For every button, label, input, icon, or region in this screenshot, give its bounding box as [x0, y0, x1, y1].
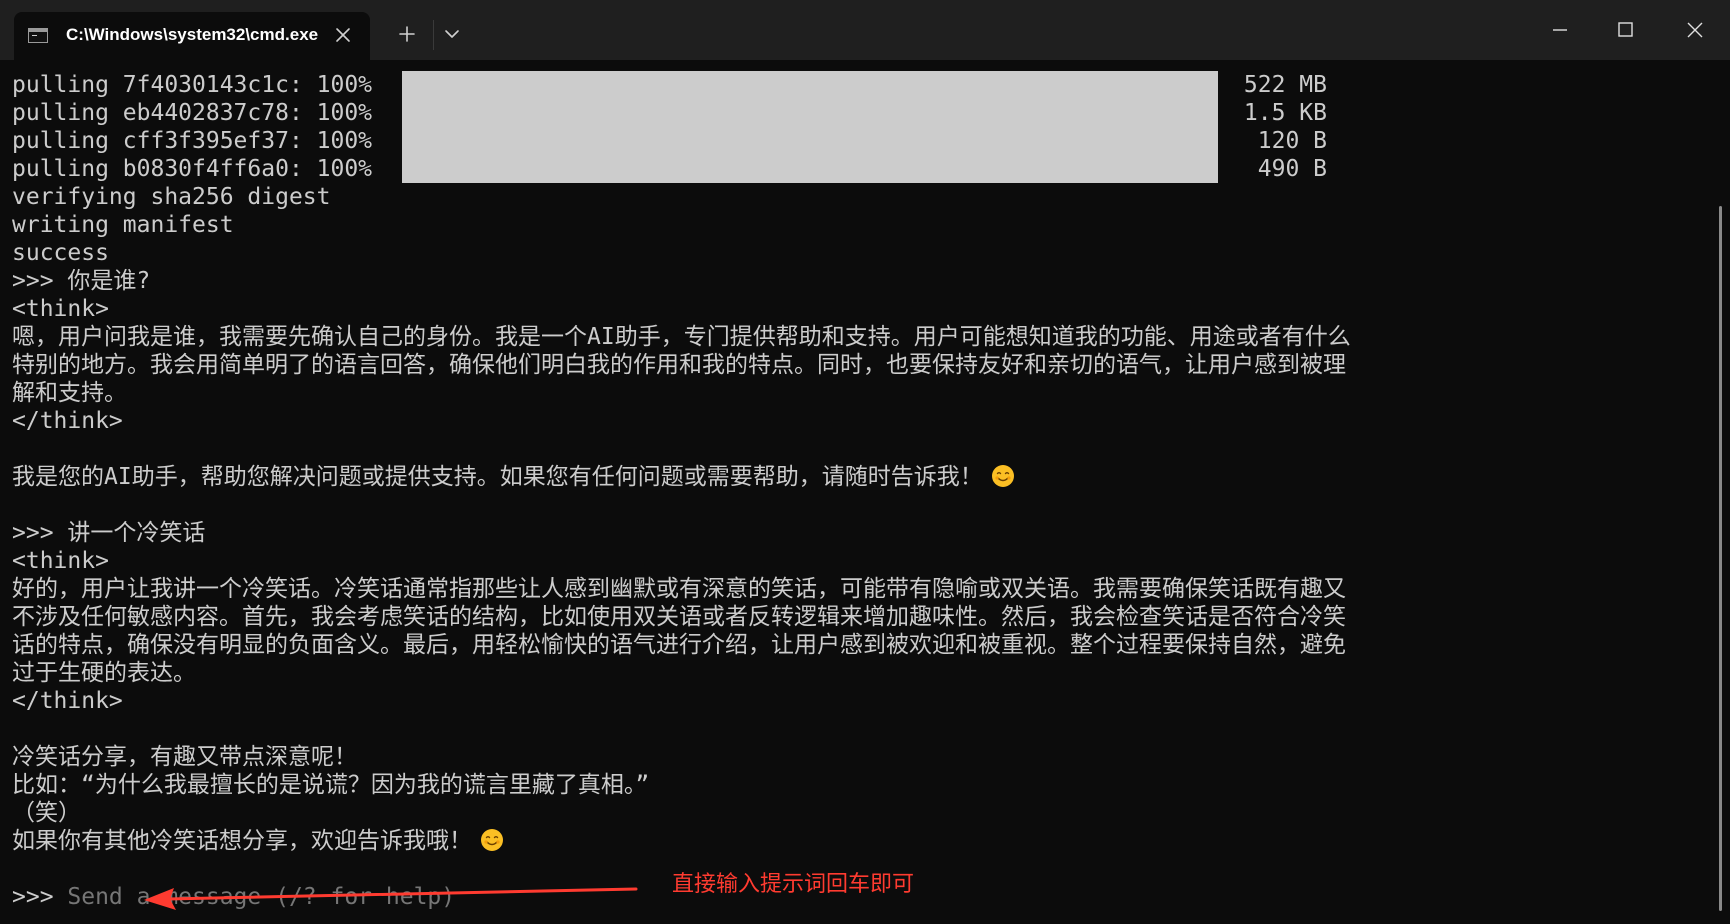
- think-line: 话的特点，确保没有明显的负面含义。最后，用轻松愉快的语气进行介绍，让用户感到被欢…: [12, 632, 1346, 658]
- think-line: 好的，用户让我讲一个冷笑话。冷笑话通常指那些让人感到幽默或有深意的笑话，可能带有…: [12, 576, 1346, 602]
- pull-label: pulling cff3f395ef37: 100%: [12, 128, 373, 154]
- status-line: success: [12, 240, 109, 266]
- scrollbar[interactable]: [1719, 206, 1722, 911]
- think-line: 特别的地方。我会用简单明了的语言回答，确保他们明白我的作用和我的特点。同时，也要…: [12, 352, 1346, 378]
- chevron-down-icon: [445, 30, 459, 38]
- close-icon: [1687, 22, 1703, 38]
- pull-size: 522 MB: [1243, 72, 1327, 98]
- answer-line: 我是您的AI助手，帮助您解决问题或提供支持。如果您有任何问题或需要帮助，请随时告…: [12, 463, 1702, 491]
- close-icon: [336, 28, 350, 42]
- close-tab-button[interactable]: [330, 22, 356, 48]
- pull-size: 490 B: [1257, 156, 1327, 182]
- annotation-text: 直接输入提示词回车即可: [672, 872, 915, 897]
- pull-line: pulling cff3f395ef37: 100% 120 B: [12, 127, 1702, 155]
- pull-line: pulling eb4402837c78: 100% 1.5 KB: [12, 99, 1702, 127]
- think-line: 过于生硬的表达。: [12, 660, 196, 686]
- think-open-tag: <think>: [12, 548, 109, 574]
- tab-title: C:\Windows\system32\cmd.exe: [66, 25, 319, 44]
- annotation-arrow-icon: [144, 887, 638, 910]
- answer-text: （笑）: [12, 800, 81, 826]
- maximize-button[interactable]: [1595, 0, 1655, 60]
- user-prompt: >>> 你是谁?: [12, 268, 151, 294]
- think-line: 嗯，用户问我是谁，我需要先确认自己的身份。我是一个AI助手，专门提供帮助和支持。…: [12, 324, 1351, 350]
- status-line: verifying sha256 digest: [12, 184, 331, 210]
- progress-bar: [402, 155, 1218, 183]
- smiling-face-icon: [481, 829, 503, 851]
- tab-cmd[interactable]: C:\Windows\system32\cmd.exe: [14, 12, 370, 60]
- smiling-face-icon: [991, 465, 1014, 487]
- input-prompt: >>>: [12, 884, 68, 910]
- answer-text: 如果你有其他冷笑话想分享，欢迎告诉我哦！: [12, 828, 472, 854]
- new-tab-button[interactable]: [387, 16, 427, 52]
- minimize-icon: [1553, 29, 1567, 31]
- answer-line: 如果你有其他冷笑话想分享，欢迎告诉我哦！: [12, 827, 1702, 855]
- pull-label: pulling b0830f4ff6a0: 100%: [12, 156, 373, 182]
- think-open-tag: <think>: [12, 296, 109, 322]
- pull-size: 1.5 KB: [1243, 100, 1327, 126]
- plus-icon: [399, 26, 415, 42]
- pull-line: pulling b0830f4ff6a0: 100% 490 B: [12, 155, 1702, 183]
- progress-bar: [402, 71, 1218, 99]
- answer-line: 冷笑话分享，有趣又带点深意呢！: [12, 743, 1702, 771]
- answer-text: 比如：“为什么我最擅长的是说谎？因为我的谎言里藏了真相。”: [12, 772, 650, 798]
- pull-label: pulling 7f4030143c1c: 100%: [12, 72, 373, 98]
- pull-label: pulling eb4402837c78: 100%: [12, 100, 373, 126]
- user-prompt: >>> 讲一个冷笑话: [12, 520, 206, 546]
- answer-text: 我是您的AI助手，帮助您解决问题或提供支持。如果您有任何问题或需要帮助，请随时告…: [12, 464, 983, 490]
- progress-bar: [402, 99, 1218, 127]
- answer-text: 冷笑话分享，有趣又带点深意呢！: [12, 744, 357, 770]
- pull-line: pulling 7f4030143c1c: 100% 522 MB: [12, 71, 1702, 99]
- status-line: writing manifest: [12, 212, 234, 238]
- minimize-button[interactable]: [1530, 0, 1590, 60]
- think-close-tag: </think>: [12, 408, 123, 434]
- pull-size: 120 B: [1257, 128, 1327, 154]
- terminal-output[interactable]: pulling 7f4030143c1c: 100% 522 MB pulling …: [12, 71, 1702, 924]
- think-line: 不涉及任何敏感内容。首先，我会考虑笑话的结构，比如使用双关语或者反转逻辑来增加趣…: [12, 604, 1346, 630]
- tab-dropdown-button[interactable]: [432, 16, 472, 52]
- think-close-tag: </think>: [12, 688, 123, 714]
- cmd-icon: [28, 28, 48, 43]
- title-bar: C:\Windows\system32\cmd.exe: [0, 0, 1730, 60]
- progress-bar: [402, 127, 1218, 155]
- answer-line: 比如：“为什么我最擅长的是说谎？因为我的谎言里藏了真相。”: [12, 771, 1702, 799]
- close-window-button[interactable]: [1665, 0, 1725, 60]
- answer-line: （笑）: [12, 799, 1702, 827]
- think-line: 解和支持。: [12, 380, 127, 406]
- maximize-icon: [1618, 22, 1633, 37]
